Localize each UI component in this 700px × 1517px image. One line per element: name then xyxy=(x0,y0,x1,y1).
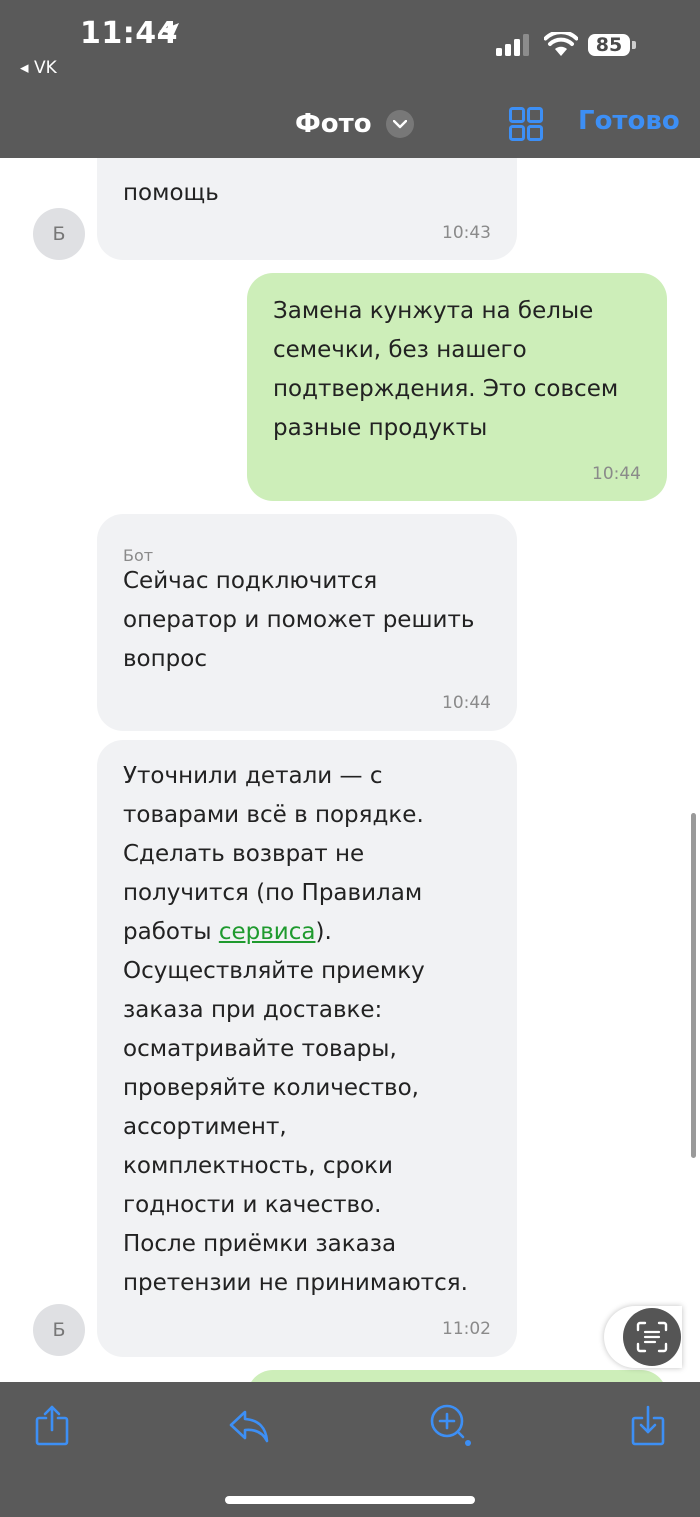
battery-nub xyxy=(632,41,636,49)
share-icon[interactable] xyxy=(34,1404,70,1446)
message-line: годности и качество. xyxy=(123,1192,382,1218)
back-to-app-link[interactable]: ◂ VK xyxy=(20,58,57,78)
message-line: Сделать возврат не xyxy=(123,841,365,867)
message-line: работы сервиса). xyxy=(123,913,497,952)
home-indicator xyxy=(225,1496,475,1504)
message-line: ассортимент, xyxy=(123,1114,287,1140)
message-line: проверяйте количество, xyxy=(123,1075,419,1101)
message-text: помощь xyxy=(123,180,219,206)
download-icon[interactable] xyxy=(630,1404,666,1446)
location-arrow-icon xyxy=(159,23,179,43)
message-time: 10:44 xyxy=(442,693,491,713)
grid-view-icon[interactable] xyxy=(509,107,543,141)
battery-level: 85 xyxy=(588,34,630,56)
message-line: осматривайте товары, xyxy=(123,1036,397,1062)
top-bar: 11:44 ◂ VK 85 Фото Готово xyxy=(0,0,700,158)
message-time: 10:43 xyxy=(442,223,491,243)
message-line: Замена кунжута на белые xyxy=(273,298,594,324)
message-line: вопрос xyxy=(123,646,207,672)
text-scan-icon xyxy=(636,1321,668,1353)
message-bubble-incoming: Уточнили детали — с товарами всё в поряд… xyxy=(97,740,517,1357)
message-text: Сейчас подключится оператор и поможет ре… xyxy=(123,562,497,679)
done-button[interactable]: Готово xyxy=(578,106,680,136)
message-line: оператор и поможет решить xyxy=(123,607,475,633)
message-line: семечки, без нашего xyxy=(273,337,527,363)
message-line: Уточнили детали — с xyxy=(123,763,383,789)
line-suffix: ). xyxy=(315,919,332,945)
page-title: Фото xyxy=(295,109,372,139)
line-prefix: работы xyxy=(123,919,219,945)
message-time: 11:02 xyxy=(442,1319,491,1339)
chat-screenshot: помощь 10:43 Б Замена кунжута на белые с… xyxy=(0,158,700,1382)
title-dropdown[interactable]: Фото xyxy=(295,106,414,142)
message-line: получится (по Правилам xyxy=(123,880,423,906)
avatar: Б xyxy=(33,208,85,260)
avatar: Б xyxy=(33,1304,85,1356)
message-line: После приёмки заказа xyxy=(123,1231,397,1257)
zoom-in-icon[interactable] xyxy=(428,1404,472,1448)
service-link[interactable]: сервиса xyxy=(219,919,316,945)
message-bubble-incoming: помощь 10:43 xyxy=(97,158,517,260)
message-time: 10:44 xyxy=(592,464,641,484)
wifi-icon xyxy=(544,32,578,56)
message-line: товарами всё в порядке. xyxy=(123,802,424,828)
message-line: разные продукты xyxy=(273,415,488,441)
message-bubble-incoming: Бот Сейчас подключится оператор и поможе… xyxy=(97,514,517,731)
message-bubble-outgoing: Замена кунжута на белые семечки, без наш… xyxy=(247,273,667,501)
message-line: Осуществляйте приемку xyxy=(123,958,425,984)
message-text: Замена кунжута на белые семечки, без наш… xyxy=(273,292,647,448)
scrollbar[interactable] xyxy=(691,813,696,1158)
message-line: Сейчас подключится xyxy=(123,568,378,594)
live-text-button[interactable] xyxy=(623,1308,681,1366)
back-app-label: VK xyxy=(33,58,57,78)
reply-icon[interactable] xyxy=(228,1408,270,1444)
cellular-signal-icon xyxy=(496,34,529,56)
message-bubble-outgoing-partial xyxy=(247,1370,667,1382)
message-text: Уточнили детали — с товарами всё в поряд… xyxy=(123,757,497,1303)
message-line: заказа при доставке: xyxy=(123,997,383,1023)
message-line: претензии не принимаются. xyxy=(123,1270,468,1296)
back-chevron-icon: ◂ xyxy=(20,58,29,78)
message-line: подтверждения. Это совсем xyxy=(273,376,619,402)
message-line: комплектность, сроки xyxy=(123,1153,393,1179)
chevron-down-icon xyxy=(385,110,414,138)
